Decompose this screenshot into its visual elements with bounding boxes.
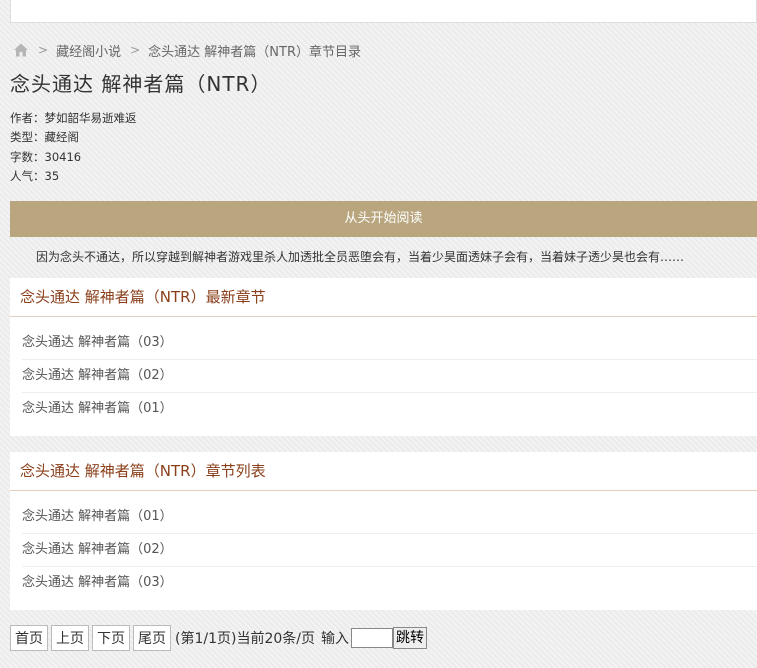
breadcrumb-category[interactable]: 藏经阁小说 <box>56 41 121 60</box>
chapter-link[interactable]: 念头通达 解神者篇（02） <box>22 360 757 393</box>
chevron-right-icon: > <box>130 43 141 57</box>
read-from-start-button[interactable]: 从头开始阅读 <box>10 201 757 237</box>
book-author: 作者：梦如韶华易逝难返 <box>10 111 137 125</box>
book-description: 因为念头不通达，所以穿越到解神者游戏里杀人加透批全员恶堕会有，当着少昊面透妹子会… <box>36 250 685 264</box>
last-page-button[interactable]: 尾页 <box>133 625 171 651</box>
chapter-link[interactable]: 念头通达 解神者篇（02） <box>22 534 757 567</box>
prev-page-button[interactable]: 上页 <box>51 625 89 651</box>
book-popularity: 人气：35 <box>10 168 60 183</box>
chapter-link[interactable]: 念头通达 解神者篇（01） <box>22 501 757 534</box>
page-input-label: 输入 <box>321 631 349 647</box>
page-info: (第1/1页)当前20条/页 <box>175 631 315 647</box>
breadcrumb-current[interactable]: 念头通达 解神者篇（NTR）章节目录 <box>148 41 361 60</box>
jump-button[interactable]: 跳转 <box>393 627 427 649</box>
book-meta: 作者：梦如韶华易逝难返 类型：藏经阁 字数：30416 人气：35 <box>10 109 137 186</box>
chapter-link[interactable]: 念头通达 解神者篇（03） <box>22 567 757 599</box>
latest-chapters-panel: 念头通达 解神者篇（NTR）最新章节 念头通达 解神者篇（03） 念头通达 解神… <box>10 278 757 436</box>
book-word-count: 字数：30416 <box>10 149 82 164</box>
chapter-list-heading: 念头通达 解神者篇（NTR）章节列表 <box>10 452 757 491</box>
search-box-top <box>10 0 757 23</box>
breadcrumb: > 藏经阁小说 > 念头通达 解神者篇（NTR）章节目录 <box>13 40 361 60</box>
first-page-button[interactable]: 首页 <box>10 625 48 651</box>
pagination: 首页 上页 下页 尾页 (第1/1页)当前20条/页 输入 跳转 <box>10 625 427 651</box>
chapter-link[interactable]: 念头通达 解神者篇（01） <box>22 393 757 425</box>
chapter-list-panel: 念头通达 解神者篇（NTR）章节列表 念头通达 解神者篇（01） 念头通达 解神… <box>10 452 757 610</box>
home-icon[interactable] <box>13 42 29 58</box>
book-title: 念头通达 解神者篇（NTR） <box>10 72 272 96</box>
page-number-input[interactable] <box>351 628 393 648</box>
next-page-button[interactable]: 下页 <box>92 625 130 651</box>
chapter-link[interactable]: 念头通达 解神者篇（03） <box>22 327 757 360</box>
chevron-right-icon: > <box>38 43 49 57</box>
latest-chapters-heading: 念头通达 解神者篇（NTR）最新章节 <box>10 278 757 317</box>
book-type: 类型：藏经阁 <box>10 130 79 145</box>
